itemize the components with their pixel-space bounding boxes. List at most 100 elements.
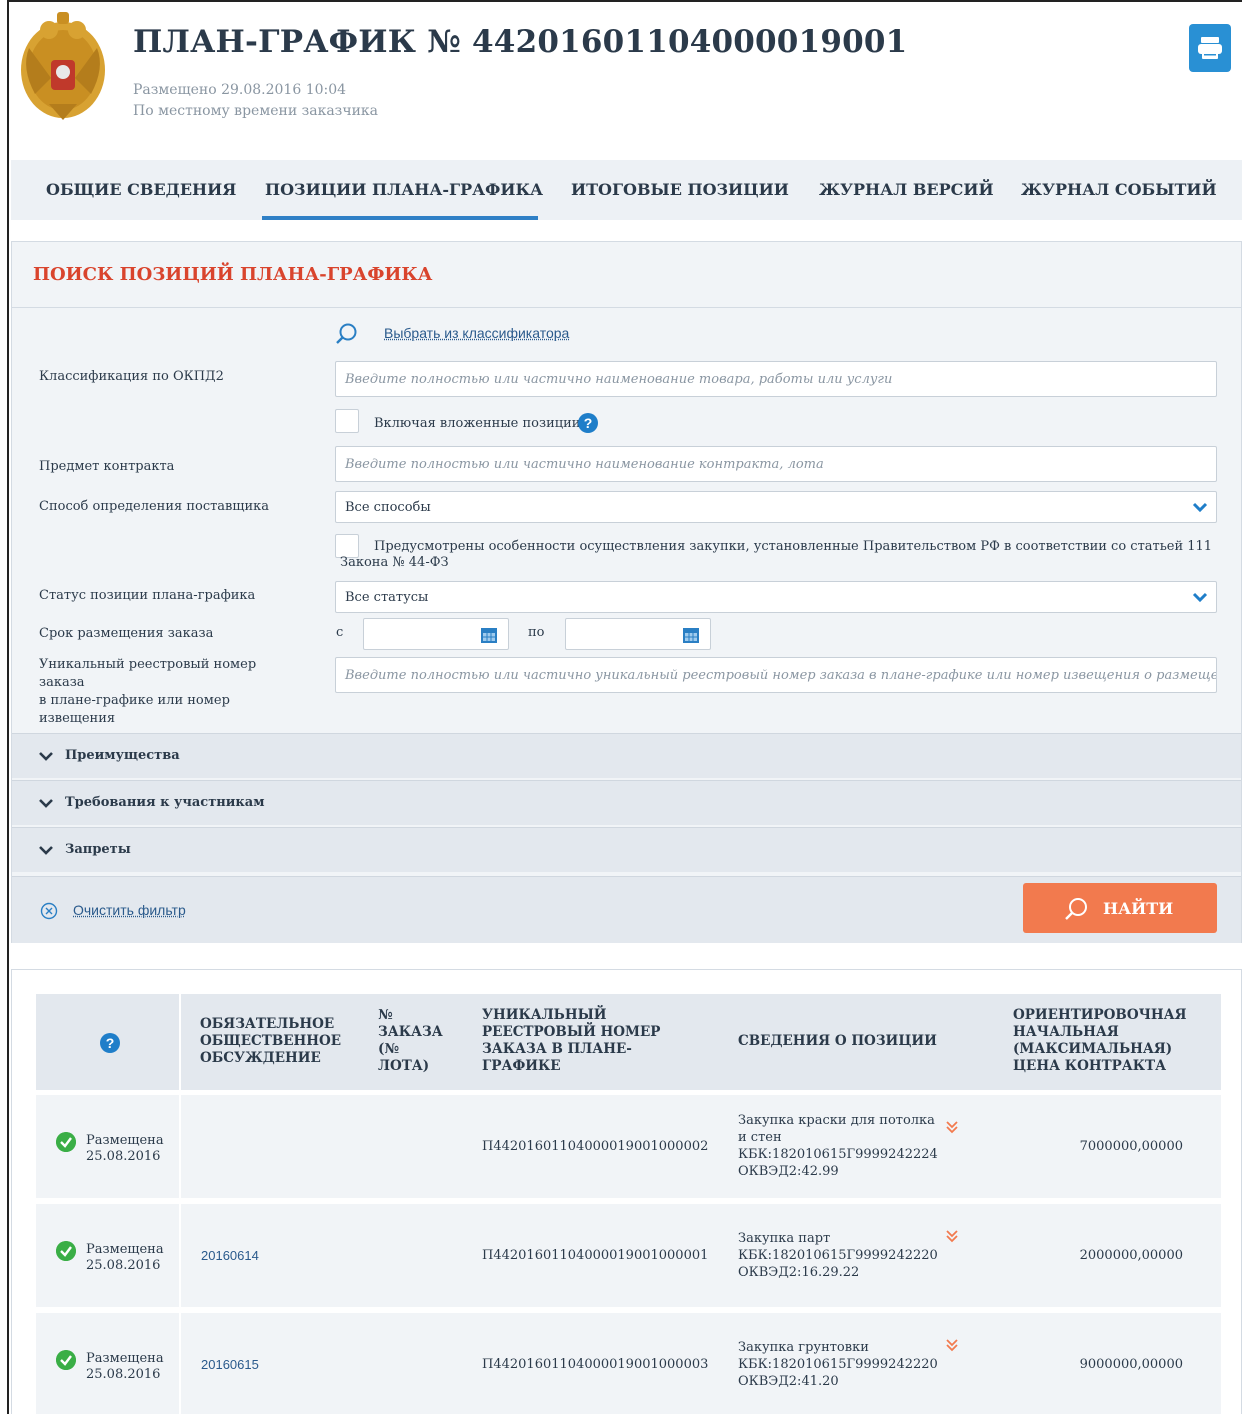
tab-general[interactable]: ОБЩИЕ СВЕДЕНИЯ — [46, 180, 236, 199]
method-select[interactable]: Все способы — [335, 491, 1217, 523]
position-info: Закупка грунтовки КБК:182010615Г99992422… — [738, 1339, 938, 1390]
header-line: СВЕДЕНИЯ О ПОЗИЦИИ — [738, 1033, 937, 1049]
position-info: Закупка парт КБК:182010615Г9999242220 ОК… — [738, 1230, 938, 1281]
chevron-down-icon — [1192, 502, 1208, 513]
info-line: КБК:182010615Г9999242220 — [738, 1357, 938, 1372]
date-to-label: по — [528, 625, 545, 640]
placed-date: Размещено 29.08.2016 10:04 — [133, 82, 347, 98]
regnum-label-line: Уникальный реестровый номер — [39, 657, 257, 672]
help-icon[interactable]: ? — [578, 413, 598, 433]
status-label: Размещена — [86, 1351, 164, 1366]
date-from-label: с — [336, 625, 344, 640]
header-discussion: ОБЯЗАТЕЛЬНОЕ ОБЩЕСТВЕННОЕ ОБСУЖДЕНИЕ — [200, 1016, 341, 1067]
header-line: ЦЕНА КОНТРАКТА — [1013, 1058, 1167, 1074]
expand-icon[interactable] — [944, 1119, 960, 1135]
clear-filter-link[interactable]: Очистить фильтр — [73, 902, 186, 918]
order-number-link[interactable]: 20160614 — [201, 1248, 259, 1263]
active-tab-indicator — [262, 216, 538, 220]
table-row[interactable]: Размещена 25.08.2016 20160615 П442016011… — [36, 1313, 1221, 1414]
info-line: Закупка парт — [738, 1231, 831, 1246]
accordion-advantages[interactable]: Преимущества — [12, 733, 1241, 778]
special-label-line1: Предусмотрены особенности осуществления … — [374, 539, 1213, 554]
status-value: Все статусы — [345, 590, 429, 605]
subject-label: Предмет контракта — [39, 459, 175, 474]
reg-number: П44201601104000019001000002 — [482, 1139, 709, 1154]
search-icon — [1065, 898, 1087, 920]
table-header: ? ОБЯЗАТЕЛЬНОЕ ОБЩЕСТВЕННОЕ ОБСУЖДЕНИЕ №… — [36, 994, 1221, 1090]
find-button[interactable]: НАЙТИ — [1023, 883, 1217, 933]
calendar-icon[interactable] — [480, 626, 498, 644]
date-to-input[interactable] — [565, 618, 711, 650]
row-divider — [179, 1313, 181, 1414]
row-divider — [179, 1095, 181, 1198]
print-button[interactable] — [1189, 24, 1231, 72]
header-line: ЗАКАЗА — [378, 1024, 443, 1040]
calendar-icon[interactable] — [682, 626, 700, 644]
header-line: ЛОТА) — [378, 1058, 430, 1074]
tab-summary-positions[interactable]: ИТОГОВЫЕ ПОЗИЦИИ — [571, 180, 789, 199]
header-line: ЗАКАЗА В ПЛАНЕ- — [482, 1041, 632, 1057]
nested-label: Включая вложенные позиции — [374, 416, 581, 431]
header-line: УНИКАЛЬНЫЙ — [482, 1007, 607, 1023]
row-divider — [179, 1204, 181, 1307]
coat-of-arms-emblem — [21, 12, 105, 120]
okpd-input[interactable]: Введите полностью или частично наименова… — [335, 361, 1217, 397]
find-button-label: НАЙТИ — [1103, 899, 1174, 918]
classifier-link[interactable]: Выбрать из классификатора — [384, 325, 569, 341]
clear-icon[interactable] — [40, 902, 58, 920]
timezone-note: По местному времени заказчика — [133, 103, 378, 119]
header-line: НАЧАЛЬНАЯ — [1013, 1024, 1119, 1040]
regnum-label-line: в плане-графике или номер — [39, 693, 230, 708]
special-label-line2: Закона № 44-ФЗ — [340, 555, 449, 570]
search-header: ПОИСК ПОЗИЦИЙ ПЛАНА-ГРАФИКА — [12, 242, 1241, 308]
check-circle-icon — [56, 1241, 76, 1261]
accordion-requirements[interactable]: Требования к участникам — [12, 780, 1241, 825]
expand-icon[interactable] — [944, 1228, 960, 1244]
nested-checkbox[interactable] — [335, 409, 359, 433]
status-date: 25.08.2016 — [86, 1367, 161, 1382]
results-panel: ? ОБЯЗАТЕЛЬНОЕ ОБЩЕСТВЕННОЕ ОБСУЖДЕНИЕ №… — [11, 969, 1242, 1414]
header-line: ГРАФИКЕ — [482, 1058, 561, 1074]
header-price: ОРИЕНТИРОВОЧНАЯ НАЧАЛЬНАЯ (МАКСИМАЛЬНАЯ)… — [1013, 1007, 1187, 1075]
info-line: КБК:182010615Г9999242224 — [738, 1147, 938, 1162]
search-panel: ПОИСК ПОЗИЦИЙ ПЛАНА-ГРАФИКА Выбрать из к… — [11, 241, 1242, 943]
order-number-link[interactable]: 20160615 — [201, 1357, 259, 1372]
contract-price: 7000000,00000 — [1079, 1139, 1183, 1154]
page-title: ПЛАН-ГРАФИК № 44201601104000019001 — [133, 24, 908, 60]
okpd-label: Классификация по ОКПД2 — [39, 369, 224, 384]
header-reg-no: УНИКАЛЬНЫЙ РЕЕСТРОВЫЙ НОМЕР ЗАКАЗА В ПЛА… — [482, 1007, 660, 1075]
frame-left-border — [7, 0, 9, 1414]
regnum-input[interactable]: Введите полностью или частично уникальны… — [335, 657, 1217, 693]
expand-icon[interactable] — [944, 1337, 960, 1353]
info-line: ОКВЭД2:41.20 — [738, 1374, 839, 1389]
header-line: ОБЯЗАТЕЛЬНОЕ — [200, 1016, 335, 1032]
table-row[interactable]: Размещена 25.08.2016 20160614 П442016011… — [36, 1204, 1221, 1307]
regnum-label: Уникальный реестровый номер заказа в пла… — [39, 656, 256, 728]
header-order-no: № ЗАКАЗА (№ ЛОТА) — [378, 1007, 443, 1075]
table-row[interactable]: Размещена 25.08.2016 П442016011040000190… — [36, 1095, 1221, 1198]
chevron-down-icon — [39, 846, 53, 855]
status-text: Размещена 25.08.2016 — [86, 1242, 164, 1274]
search-icon[interactable] — [334, 322, 358, 346]
header-line: ОБСУЖДЕНИЕ — [200, 1050, 321, 1066]
header-divider — [179, 994, 181, 1090]
date-from-input[interactable] — [363, 618, 509, 650]
tab-version-log[interactable]: ЖУРНАЛ ВЕРСИЙ — [819, 180, 994, 199]
accordion-prohibitions[interactable]: Запреты — [12, 827, 1241, 872]
chevron-down-icon — [1192, 592, 1208, 603]
chevron-down-icon — [39, 752, 53, 761]
header-line: (МАКСИМАЛЬНАЯ) — [1013, 1041, 1173, 1057]
status-select[interactable]: Все статусы — [335, 581, 1217, 613]
tab-plan-positions[interactable]: ПОЗИЦИИ ПЛАНА-ГРАФИКА — [265, 180, 543, 199]
check-circle-icon — [56, 1350, 76, 1370]
help-icon[interactable]: ? — [100, 1033, 120, 1053]
print-icon — [1198, 37, 1222, 59]
header-line: (№ — [378, 1041, 400, 1057]
chevron-down-icon — [39, 799, 53, 808]
search-title: ПОИСК ПОЗИЦИЙ ПЛАНА-ГРАФИКА — [33, 264, 433, 285]
position-info: Закупка краски для потолка и стен КБК:18… — [738, 1112, 938, 1180]
info-line: КБК:182010615Г9999242220 — [738, 1248, 938, 1263]
contract-price: 2000000,00000 — [1079, 1248, 1183, 1263]
subject-input[interactable]: Введите полностью или частично наименова… — [335, 446, 1217, 482]
tab-event-log[interactable]: ЖУРНАЛ СОБЫТИЙ — [1021, 180, 1217, 199]
